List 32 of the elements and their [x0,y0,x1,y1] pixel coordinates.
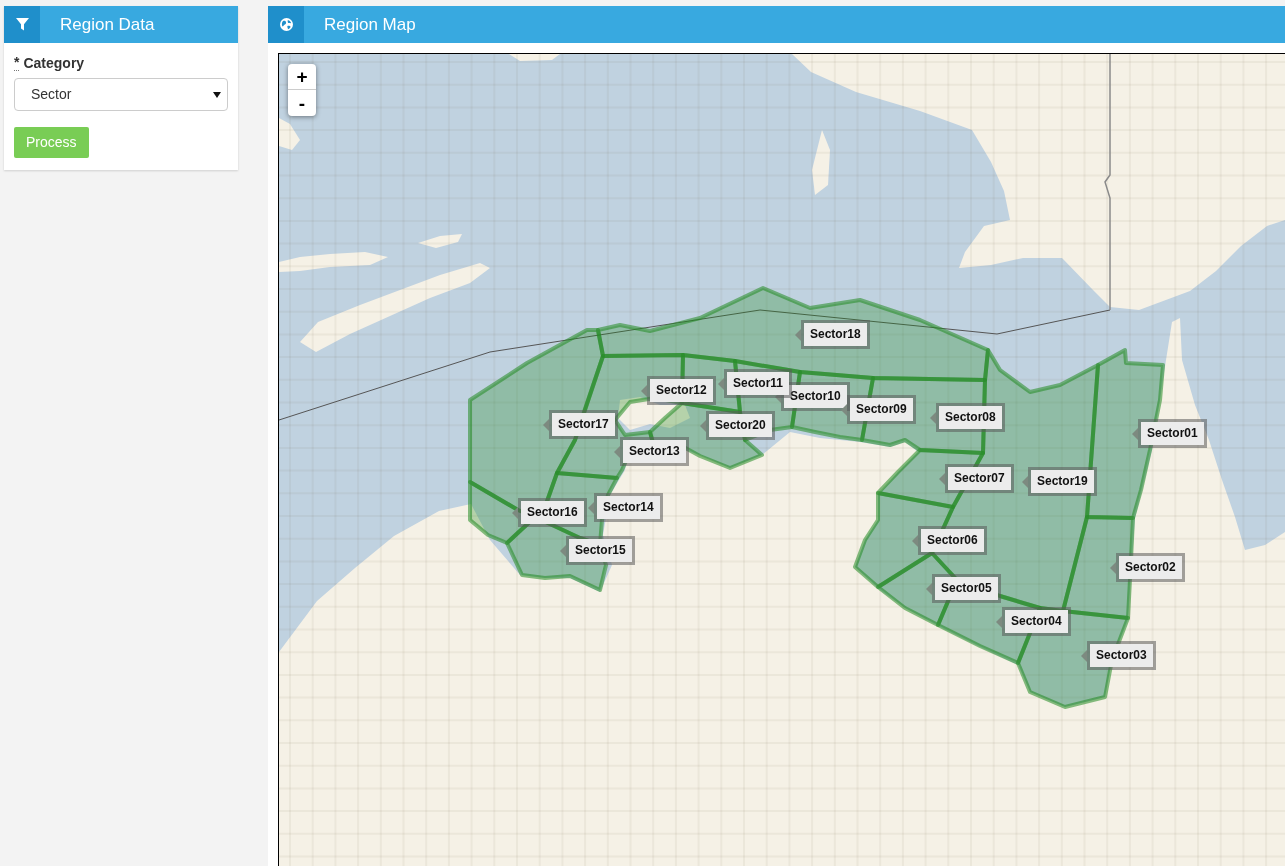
sector-label: Sector07 [939,464,1014,493]
sector-label: Sector09 [841,395,916,424]
sector-label: Sector08 [930,403,1005,432]
zoom-in-button[interactable]: + [288,64,316,90]
sector-label: Sector05 [926,574,1001,603]
island-area [618,397,690,430]
island-area [509,54,560,61]
required-mark: * [14,55,20,71]
sector-label: Sector12 [641,376,716,405]
sector-label: Sector15 [560,536,635,565]
zoom-out-button[interactable]: - [288,90,316,116]
sector-label: Sector06 [912,526,987,555]
sector-label: Sector01 [1132,419,1207,448]
island-area [418,234,462,248]
sector-label: Sector17 [543,410,618,439]
sector-label: Sector19 [1022,467,1097,496]
sector-label: Sector14 [588,493,663,522]
category-select[interactable]: Sector [14,78,228,111]
sector-label: Sector03 [1081,641,1156,670]
field-label: Category [23,55,85,71]
map-view[interactable]: + - Sector18 Sector11 Sector12 Sector10 Sector09 Sector08 Sector17 Sector20 Sector01 Sector13 Sector07 Sector19 Sector16 Sector14 Sector06 Sector15 Sector02 Sector05 Sector04 Sector03 [278,53,1285,866]
panel-title: Region Data [60,14,155,35]
panel-title: Region Map [324,14,416,35]
island-area [812,130,830,195]
sector-label: Sector16 [512,498,587,527]
sector-label: Sector04 [996,607,1071,636]
sector-label: Sector02 [1110,553,1185,582]
island-area [279,118,300,150]
caret-icon [213,91,221,98]
sector-label: Sector20 [700,411,775,440]
sector-label: Sector13 [614,437,689,466]
sector-label: Sector18 [795,320,870,349]
